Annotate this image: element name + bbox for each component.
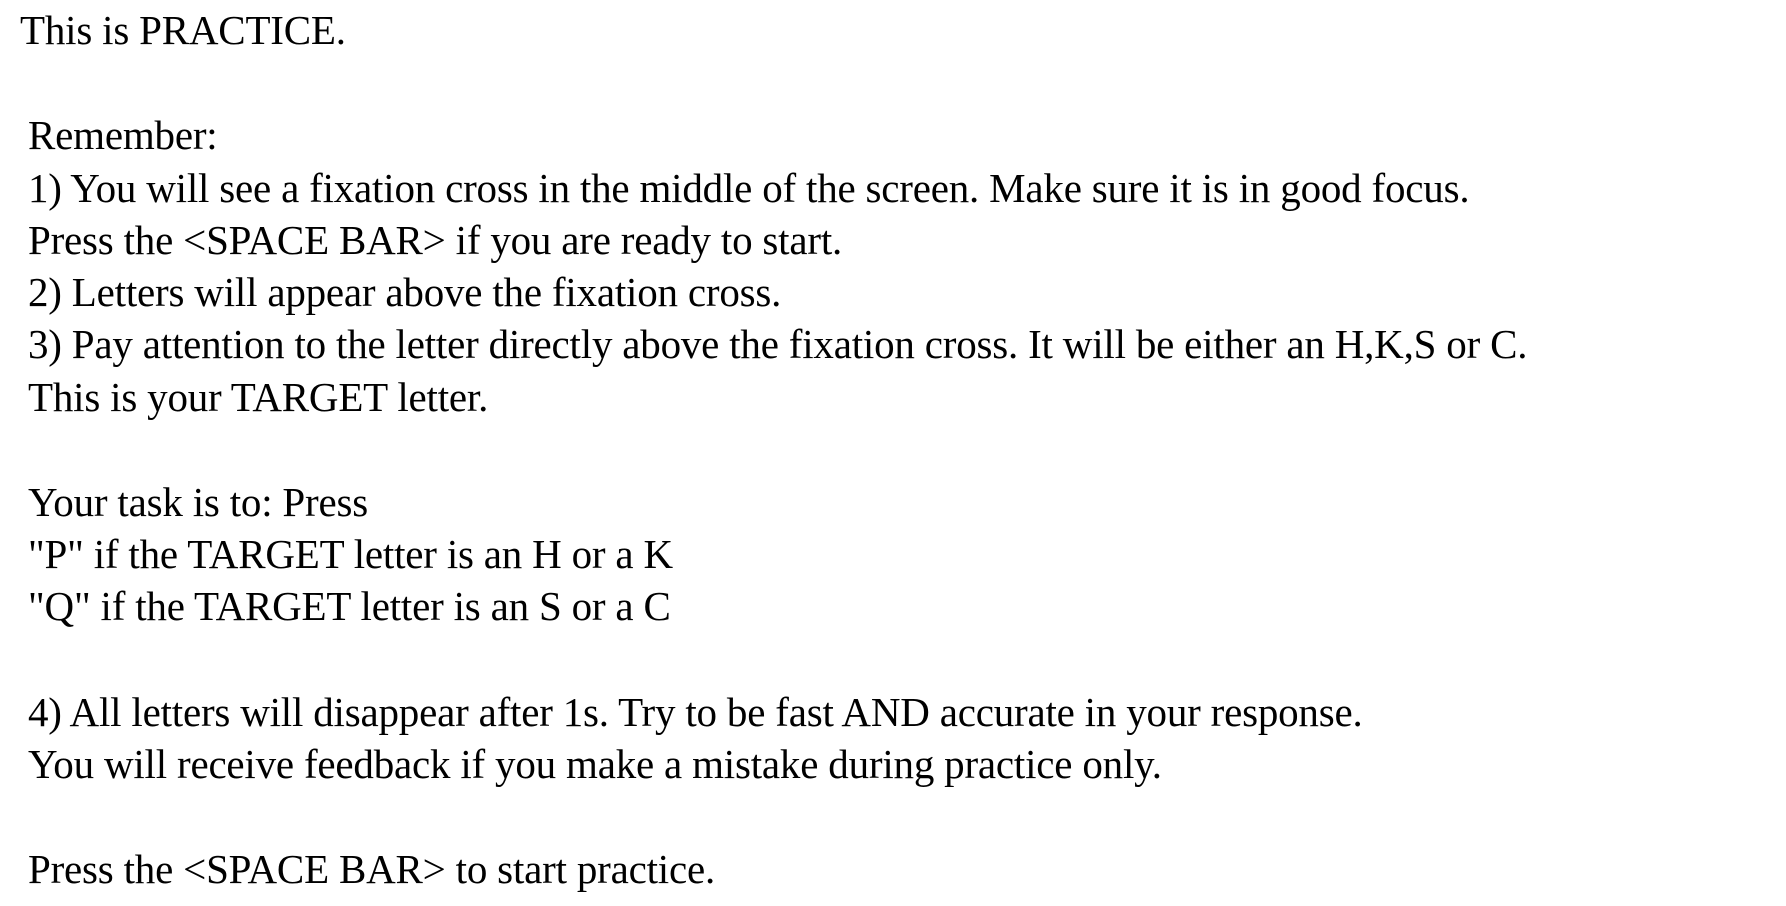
start-prompt: Press the <SPACE BAR> to start practice. — [28, 846, 715, 892]
instruction-line: This is your TARGET letter. — [28, 374, 489, 420]
remember-label: Remember: — [28, 112, 218, 158]
instruction-line: Press the <SPACE BAR> if you are ready t… — [28, 217, 843, 263]
practice-heading: This is PRACTICE. — [20, 7, 346, 53]
instruction-line: 2) Letters will appear above the fixatio… — [28, 269, 782, 315]
instruction-line: 3) Pay attention to the letter directly … — [28, 321, 1528, 367]
final-instruction-line: 4) All letters will disappear after 1s. … — [28, 689, 1363, 735]
instruction-screen: This is PRACTICE. Remember: 1) You will … — [0, 0, 1786, 906]
task-line: "Q" if the TARGET letter is an S or a C — [28, 583, 671, 629]
task-line: "P" if the TARGET letter is an H or a K — [28, 531, 673, 577]
instruction-line: 1) You will see a fixation cross in the … — [28, 165, 1470, 211]
final-instruction-line: You will receive feedback if you make a … — [28, 741, 1162, 787]
task-line: Your task is to: Press — [28, 479, 368, 525]
